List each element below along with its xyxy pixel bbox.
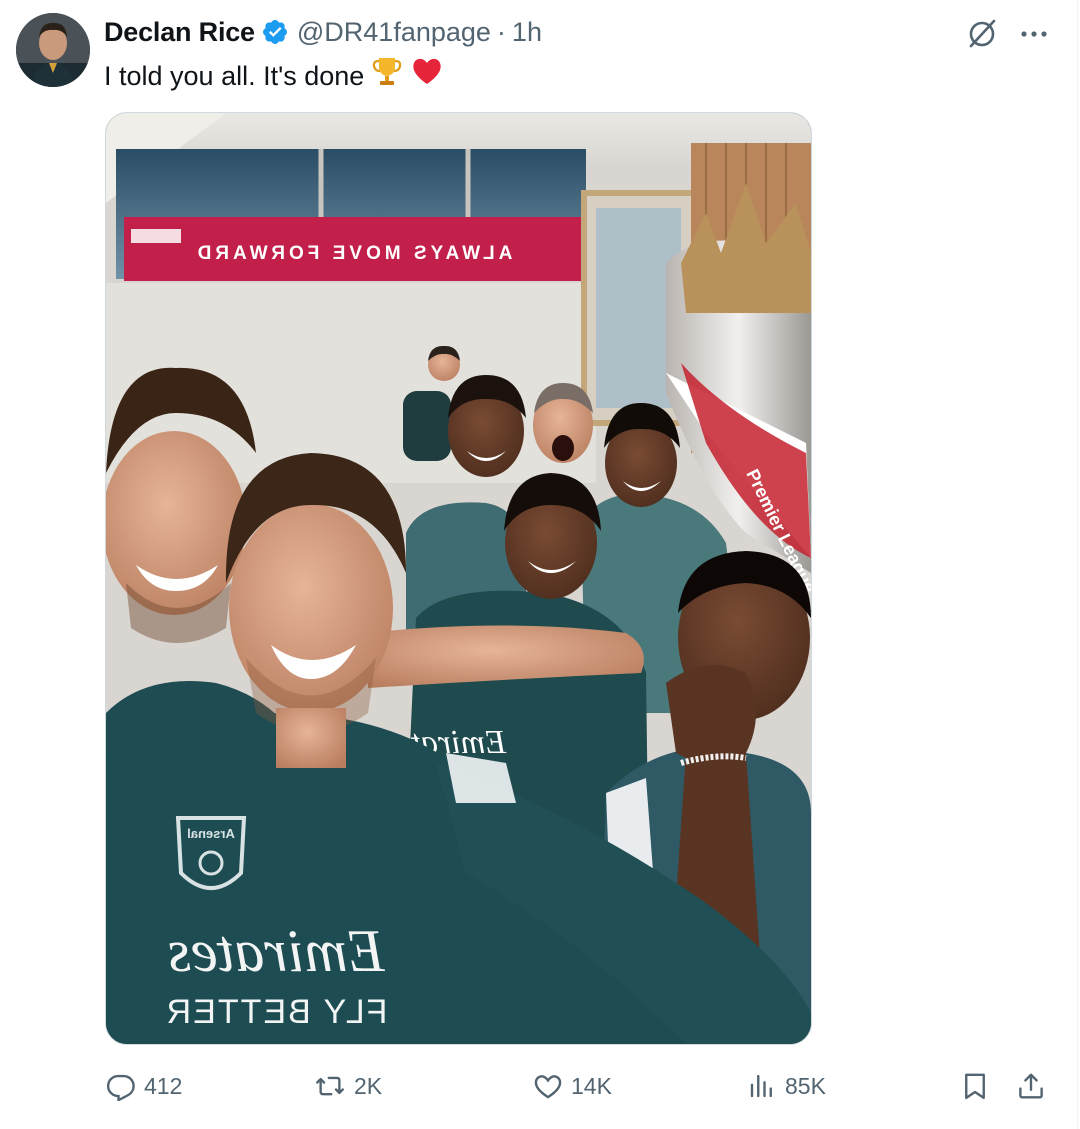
views-icon [750, 1074, 772, 1098]
reply-icon [106, 1074, 135, 1101]
red-heart-emoji-icon [410, 54, 444, 97]
views-button[interactable]: 85K [747, 1064, 826, 1108]
verified-badge-icon [262, 20, 287, 44]
author-name[interactable]: Declan Rice [104, 17, 255, 48]
crest-text: Arsenal [187, 826, 235, 841]
tweet-header: Declan Rice @DR41fanpage · 1h [104, 14, 542, 50]
retweet-button[interactable]: 2K [314, 1064, 382, 1108]
share-icon [1019, 1073, 1043, 1099]
grok-button[interactable] [962, 14, 1002, 54]
share-button[interactable] [1016, 1064, 1046, 1108]
grok-icon [969, 19, 996, 48]
heart-icon [534, 1075, 562, 1099]
avatar-photo-icon [16, 13, 90, 87]
retweet-icon [316, 1076, 344, 1096]
like-count: 14K [571, 1072, 612, 1099]
author-handle[interactable]: @DR41fanpage [297, 17, 491, 48]
tweet[interactable]: Declan Rice @DR41fanpage · 1h I told you… [0, 0, 1078, 1129]
separator-dot: · [496, 16, 506, 47]
more-dots-icon [1021, 31, 1047, 37]
tweet-body: I told you all. It's done [104, 60, 365, 91]
views-count: 85K [785, 1072, 826, 1099]
banner-text: ALWAYS MOVE FORWARD [194, 243, 513, 264]
team-selfie-photo: ALWAYS MOVE FORWARD Premier League Emira… [106, 113, 811, 1044]
more-button[interactable] [1014, 14, 1054, 54]
tweet-text: I told you all. It's done [104, 54, 444, 97]
shirt-tagline-text: FLY BETTER [165, 993, 388, 1031]
tweet-media-photo[interactable]: ALWAYS MOVE FORWARD Premier League Emira… [105, 112, 812, 1045]
reply-button[interactable]: 412 [106, 1064, 182, 1108]
bookmark-button[interactable] [960, 1064, 990, 1108]
avatar[interactable] [16, 13, 90, 87]
retweet-count: 2K [354, 1072, 383, 1099]
trophy-emoji-icon [370, 54, 404, 97]
action-bar: 412 2K 14K 85K [0, 1064, 1078, 1108]
reply-count: 412 [144, 1072, 183, 1099]
shirt-sponsor-text: Emirates [168, 918, 386, 984]
bookmark-icon [965, 1073, 985, 1100]
like-button[interactable]: 14K [533, 1064, 612, 1108]
timestamp[interactable]: 1h [512, 17, 542, 48]
